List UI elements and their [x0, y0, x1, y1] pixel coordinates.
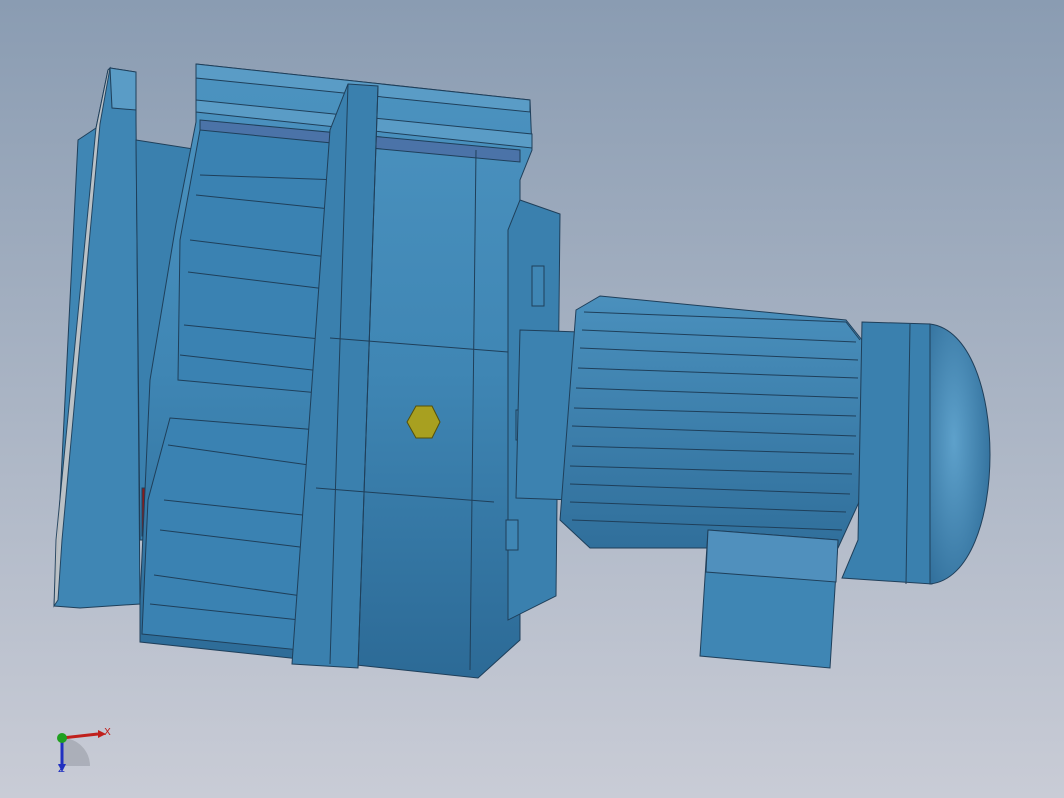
motor-end-cap: [841, 321, 991, 585]
gear-motor-model[interactable]: [0, 0, 1064, 798]
gear-housing: [139, 63, 533, 679]
motor-body: [559, 295, 863, 549]
orientation-triad: X Z: [40, 718, 120, 788]
terminal-box: [699, 529, 839, 669]
x-axis-label: X: [104, 727, 111, 738]
y-axis-icon: [57, 733, 67, 743]
x-axis-icon: [61, 732, 99, 740]
cad-viewport[interactable]: X Z: [0, 0, 1064, 798]
z-axis-label: Z: [58, 764, 65, 775]
